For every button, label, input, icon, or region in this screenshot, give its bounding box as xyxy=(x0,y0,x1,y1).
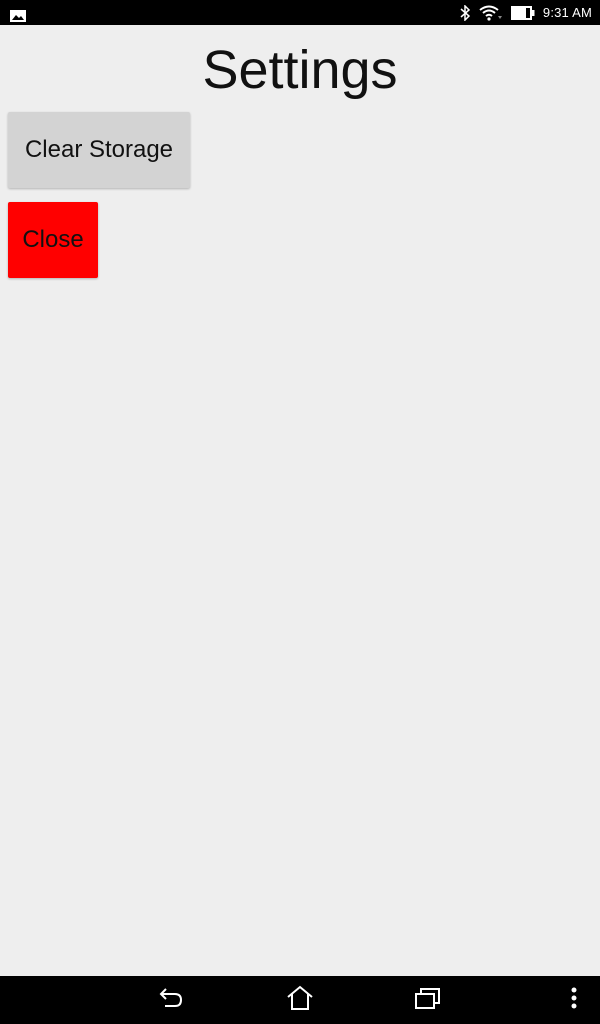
battery-icon xyxy=(510,5,535,20)
close-button[interactable]: Close xyxy=(8,202,98,278)
status-time: 9:31 AM xyxy=(542,5,592,20)
overflow-menu-icon xyxy=(570,987,578,1013)
overflow-menu-button[interactable] xyxy=(552,976,596,1024)
image-notification-icon xyxy=(10,7,26,22)
status-icons: 9:31 AM xyxy=(459,0,592,25)
navigation-bar xyxy=(0,976,600,1024)
status-bar: 9:31 AM xyxy=(0,0,600,25)
recents-icon xyxy=(414,986,442,1014)
clear-storage-button[interactable]: Clear Storage xyxy=(8,112,190,188)
back-icon xyxy=(159,987,185,1013)
back-button[interactable] xyxy=(142,976,202,1024)
settings-screen: Settings Clear Storage Close xyxy=(0,25,600,976)
home-icon xyxy=(286,985,314,1015)
page-title: Settings xyxy=(202,40,398,100)
wifi-icon xyxy=(479,5,503,21)
home-button[interactable] xyxy=(270,976,330,1024)
bluetooth-icon xyxy=(459,4,471,21)
recents-button[interactable] xyxy=(398,976,458,1024)
